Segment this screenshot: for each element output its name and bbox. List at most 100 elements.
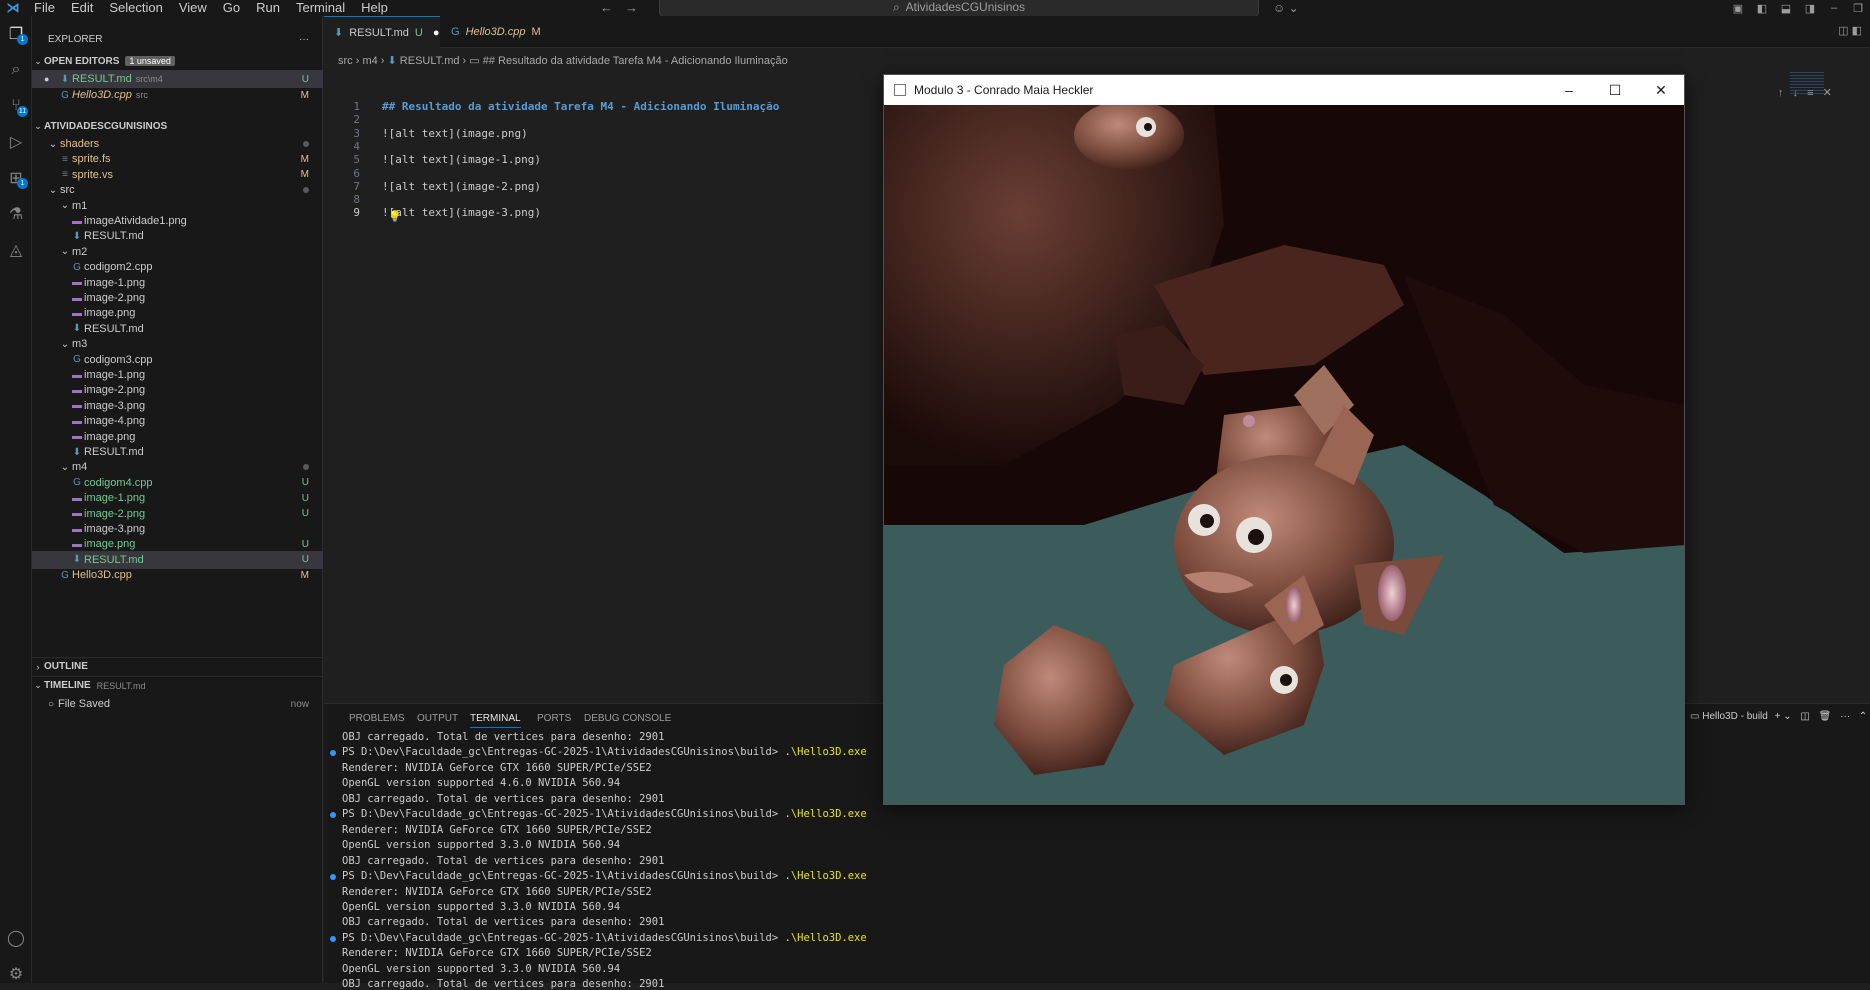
timeline-label: TIMELINE xyxy=(44,680,91,691)
code-line[interactable]: ![alt text](image.png) xyxy=(382,127,528,140)
panel-tab[interactable]: PORTS xyxy=(537,713,571,724)
status-badge: M xyxy=(300,153,309,165)
new-terminal-icon[interactable]: + xyxy=(1775,711,1781,722)
minimap[interactable] xyxy=(1790,72,1824,94)
restore-icon[interactable]: ❐ xyxy=(1846,2,1870,15)
file-name: RESULT.md xyxy=(84,230,144,243)
panel-tab[interactable]: OUTPUT xyxy=(417,713,458,724)
command-center-search[interactable]: ⌕ AtividadesCGUnisinos xyxy=(659,0,1259,17)
copilot-icon[interactable]: ☺ ⌄ xyxy=(1273,0,1299,16)
back-arrow-icon[interactable]: ← xyxy=(600,0,613,16)
status-badge: M xyxy=(300,169,309,181)
menu-item[interactable]: View xyxy=(171,0,215,16)
toggle-panel-icon[interactable]: ⬓ xyxy=(1774,2,1798,15)
code-line[interactable]: ![alt text](image-1.png) xyxy=(382,153,541,166)
toggle-sidebar-icon[interactable]: ◧ xyxy=(1750,2,1774,15)
unsaved-dot-icon[interactable]: ● xyxy=(433,27,440,39)
monkey-pupil xyxy=(1280,674,1292,686)
maximize-panel-icon[interactable]: ⌃ xyxy=(1859,711,1867,722)
terminal-command: .\Hello3D.exe xyxy=(784,931,867,944)
file-name: sprite.fs xyxy=(72,153,111,166)
image-file-icon: ▬ xyxy=(72,215,82,227)
close-icon[interactable]: ✕ xyxy=(1638,75,1684,105)
code-line[interactable]: ![alt text](image-3.png) xyxy=(382,206,541,219)
breadcrumb-item[interactable]: src xyxy=(338,55,353,67)
image-file-icon: ▬ xyxy=(72,415,82,427)
search-view-icon[interactable]: ⌕ xyxy=(0,56,32,84)
terminal-task-name[interactable]: Hello3D - build xyxy=(1702,711,1768,722)
outline-header[interactable]: › OUTLINE xyxy=(32,657,323,675)
terminal-line: PS D:\Dev\Faculdade_gc\Entregas-GC-2025-… xyxy=(342,746,867,758)
settings-gear-icon[interactable]: ⚙ xyxy=(0,960,32,988)
extensions-icon[interactable]: ⊞ 1 xyxy=(0,164,32,192)
timeline-header[interactable]: ⌄ TIMELINE RESULT.md xyxy=(32,676,323,694)
vscode-logo-icon: ⋊ xyxy=(6,0,20,15)
testing-icon[interactable]: ⚗ xyxy=(0,200,32,228)
opengl-window-titlebar[interactable]: Modulo 3 - Conrado Maia Heckler – ☐ ✕ xyxy=(884,75,1684,105)
explorer-sidebar: EXPLORER ··· ⌄ OPEN EDITORS 1 unsaved ● ⬇ R… xyxy=(32,16,323,983)
image-file-icon: ▬ xyxy=(72,307,82,319)
menu-item[interactable]: Help xyxy=(353,0,396,16)
line-number: 5 xyxy=(353,153,360,167)
open-editor-name: Hello3D.cpp xyxy=(72,89,132,101)
rendered-3d-scene xyxy=(884,105,1684,804)
code-line[interactable]: ![alt text](image-2.png) xyxy=(382,180,541,193)
file-name: image-1.png xyxy=(84,492,146,505)
menu-item[interactable]: Selection xyxy=(101,0,170,16)
open-preview-icon[interactable]: ◫ xyxy=(1838,25,1848,37)
run-debug-icon[interactable]: ▷ xyxy=(0,128,32,156)
terminal-command: .\Hello3D.exe xyxy=(784,870,867,883)
command-decoration-icon[interactable] xyxy=(330,874,336,881)
code-line[interactable]: ## Resultado da atividade Tarefa M4 - Ad… xyxy=(382,100,779,113)
split-terminal-icon[interactable]: ◫ xyxy=(1800,711,1809,722)
forward-arrow-icon[interactable]: → xyxy=(625,0,638,16)
menu-item[interactable]: Edit xyxy=(63,0,101,16)
minimize-icon[interactable]: – xyxy=(1822,2,1846,14)
file-item[interactable]: G Hello3D.cpp M xyxy=(32,566,323,584)
panel-tab[interactable]: PROBLEMS xyxy=(349,713,405,724)
file-name: image-3.png xyxy=(84,523,146,535)
toggle-secondary-sidebar-icon[interactable]: ◨ xyxy=(1798,2,1822,15)
chevron-down-icon: ⌄ xyxy=(60,200,70,212)
layout-icon[interactable]: ▣ xyxy=(1726,2,1750,15)
more-actions-icon[interactable]: ··· xyxy=(1840,711,1850,722)
status-badge: M xyxy=(300,569,309,581)
source-control-icon[interactable]: ⑂ 11 xyxy=(0,92,32,120)
workspace-root-header[interactable]: ⌄ ATIVIDADESCGUNISINOS xyxy=(32,117,323,135)
folder-name: m4 xyxy=(72,461,88,474)
line-number: 4 xyxy=(353,139,360,153)
command-decoration-icon[interactable] xyxy=(330,935,336,942)
trash-icon[interactable]: 🗑 xyxy=(1819,711,1832,722)
menu-item[interactable]: File xyxy=(26,0,63,16)
line-number: 1 xyxy=(353,100,360,113)
menu-item[interactable]: Go xyxy=(215,0,248,16)
account-icon[interactable]: ◯ xyxy=(0,924,32,952)
arrow-up-icon[interactable]: ↑ xyxy=(1778,87,1784,99)
open-editors-header[interactable]: ⌄ OPEN EDITORS 1 unsaved xyxy=(32,52,323,70)
breadcrumb-item[interactable]: m4 xyxy=(362,55,377,67)
panel-tab[interactable]: TERMINAL xyxy=(470,713,521,728)
tab-hello3d-cpp[interactable]: G Hello3D.cpp M xyxy=(441,16,541,48)
open-editor-item[interactable]: G Hello3D.cpp src M xyxy=(32,86,323,104)
more-actions-icon[interactable]: ··· xyxy=(299,34,309,45)
remote-icon[interactable]: ◬ xyxy=(0,236,32,264)
chevron-down-icon[interactable]: ⌄ xyxy=(1783,711,1791,722)
minimize-icon[interactable]: – xyxy=(1546,75,1592,105)
file-name: codigom2.cpp xyxy=(84,261,153,274)
breadcrumb-item[interactable]: ## Resultado da atividade Tarefa M4 - Ad… xyxy=(483,55,788,67)
unsaved-dot-icon[interactable]: ● xyxy=(44,74,58,84)
terminal-line: OpenGL version supported 4.6.0 NVIDIA 56… xyxy=(342,777,621,790)
breadcrumb-item[interactable]: RESULT.md xyxy=(400,55,460,67)
file-name: RESULT.md xyxy=(84,553,144,566)
opengl-window[interactable]: Modulo 3 - Conrado Maia Heckler – ☐ ✕ xyxy=(883,74,1685,805)
menu-item[interactable]: Terminal xyxy=(288,0,353,16)
tab-result-md[interactable]: ⬇ RESULT.md U ● xyxy=(324,16,440,48)
lightbulb-icon[interactable]: 💡 xyxy=(388,210,402,223)
split-editor-icon[interactable]: ◧ xyxy=(1852,25,1862,37)
panel-tab[interactable]: DEBUG CONSOLE xyxy=(584,713,671,724)
maximize-icon[interactable]: ☐ xyxy=(1592,75,1638,105)
status-badge: U xyxy=(301,492,309,504)
explorer-icon[interactable]: ❐ 1 xyxy=(0,20,32,48)
menu-item[interactable]: Run xyxy=(248,0,288,16)
timeline-entry[interactable]: ○ File Saved now xyxy=(32,695,323,713)
